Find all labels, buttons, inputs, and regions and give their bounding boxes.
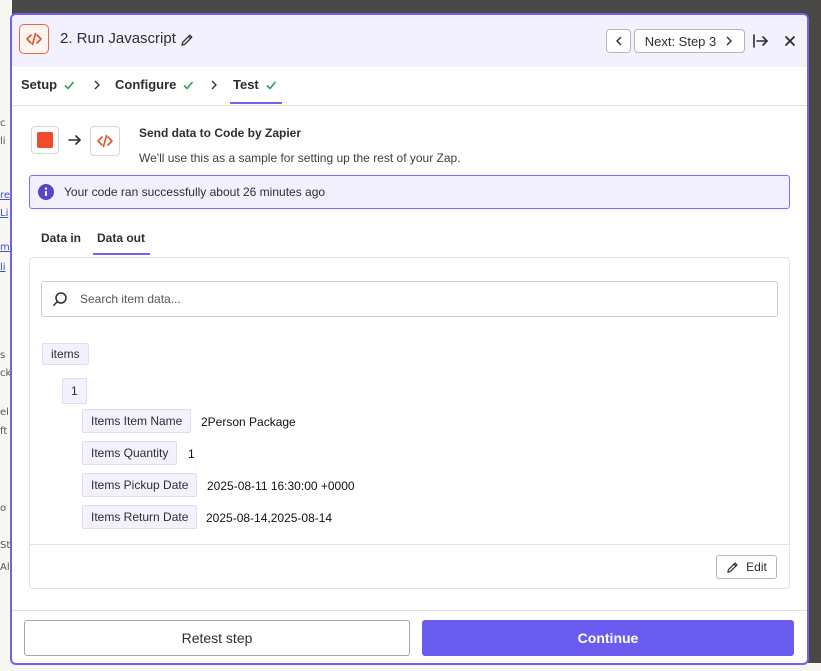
previous-step-button[interactable] xyxy=(606,29,631,53)
info-icon xyxy=(38,184,54,200)
search-box[interactable] xyxy=(41,281,778,317)
edit-label: Edit xyxy=(746,560,767,574)
tree-key-item-name[interactable]: Items Item Name xyxy=(82,409,192,433)
success-banner: Your code ran successfully about 26 minu… xyxy=(29,175,790,209)
background-text: ft xyxy=(0,426,8,437)
check-icon xyxy=(266,80,276,90)
tree-key-quantity[interactable]: Items Quantity xyxy=(82,441,178,465)
chevron-right-icon xyxy=(726,36,733,46)
check-icon xyxy=(183,80,194,90)
step-tabs: Setup Configure Test xyxy=(12,67,807,106)
next-step-button[interactable]: Next: Step 3 xyxy=(634,29,745,53)
background-link: li xyxy=(0,262,6,273)
data-out-panel: items 1 Items Item Name 2Person Package … xyxy=(29,257,790,589)
pencil-icon[interactable] xyxy=(180,33,194,47)
flow-title: Send data to Code by Zapier xyxy=(139,126,302,140)
background-text: li xyxy=(0,136,6,147)
background-text: el xyxy=(0,407,9,418)
step-editor-modal: 2. Run Javascript Next: Step 3 Setup Con… xyxy=(10,13,809,665)
active-tab-indicator xyxy=(230,102,282,104)
tab-label: Setup xyxy=(21,77,58,92)
check-icon xyxy=(64,80,75,90)
tab-data-out[interactable]: Data out xyxy=(97,231,145,245)
background-link: m xyxy=(0,242,10,253)
code-icon xyxy=(19,24,49,54)
background-text: Al xyxy=(0,562,10,573)
background-text: s xyxy=(0,350,6,361)
tab-label: Test xyxy=(233,77,259,92)
tree-value-pickup-date: 2025-08-11 16:30:00 +0000 xyxy=(207,479,355,493)
step-title: 2. Run Javascript xyxy=(60,30,176,47)
tab-test[interactable]: Test xyxy=(233,77,277,92)
tree-key-return-date[interactable]: Items Return Date xyxy=(82,505,198,529)
tab-label: Configure xyxy=(115,77,177,92)
retest-step-button[interactable]: Retest step xyxy=(24,620,410,656)
tree-value-item-name: 2Person Package xyxy=(201,415,296,429)
edit-button[interactable]: Edit xyxy=(716,555,777,579)
tab-setup[interactable]: Setup xyxy=(21,77,75,92)
tree-key-index[interactable]: 1 xyxy=(62,378,87,404)
active-tab-indicator xyxy=(93,253,150,255)
stop-square-icon xyxy=(37,132,53,148)
tree-key-pickup-date[interactable]: Items Pickup Date xyxy=(82,473,198,497)
footer-divider xyxy=(12,610,807,611)
next-step-label: Next: Step 3 xyxy=(644,33,717,49)
search-icon xyxy=(53,292,67,306)
chevron-right-icon xyxy=(94,80,100,90)
success-message: Your code ran successfully about 26 minu… xyxy=(64,185,326,199)
trigger-app-icon xyxy=(31,126,59,154)
flow-subtitle: We'll use this as a sample for setting u… xyxy=(139,151,461,165)
close-icon[interactable] xyxy=(782,33,798,49)
tab-data-in[interactable]: Data in xyxy=(41,231,81,245)
search-input[interactable] xyxy=(78,291,732,307)
background-text: c xyxy=(0,118,6,129)
modal-header: 2. Run Javascript Next: Step 3 xyxy=(12,15,807,67)
chevron-left-icon xyxy=(615,36,621,46)
tree-key-items[interactable]: items xyxy=(42,343,89,365)
background-text: St xyxy=(0,540,11,551)
expand-panel-icon[interactable] xyxy=(752,32,770,50)
background-text: o xyxy=(0,503,7,514)
continue-button[interactable]: Continue xyxy=(422,620,794,656)
arrow-right-icon xyxy=(68,135,81,145)
background-link: re xyxy=(0,190,11,201)
tree-value-quantity: 1 xyxy=(188,447,195,461)
background-link: Li xyxy=(0,208,9,219)
pencil-icon xyxy=(727,561,738,573)
panel-divider xyxy=(30,544,789,545)
chevron-right-icon xyxy=(211,80,217,90)
tab-configure[interactable]: Configure xyxy=(115,77,194,92)
tree-value-return-date: 2025-08-14,2025-08-14 xyxy=(206,511,333,525)
code-icon xyxy=(90,126,120,156)
